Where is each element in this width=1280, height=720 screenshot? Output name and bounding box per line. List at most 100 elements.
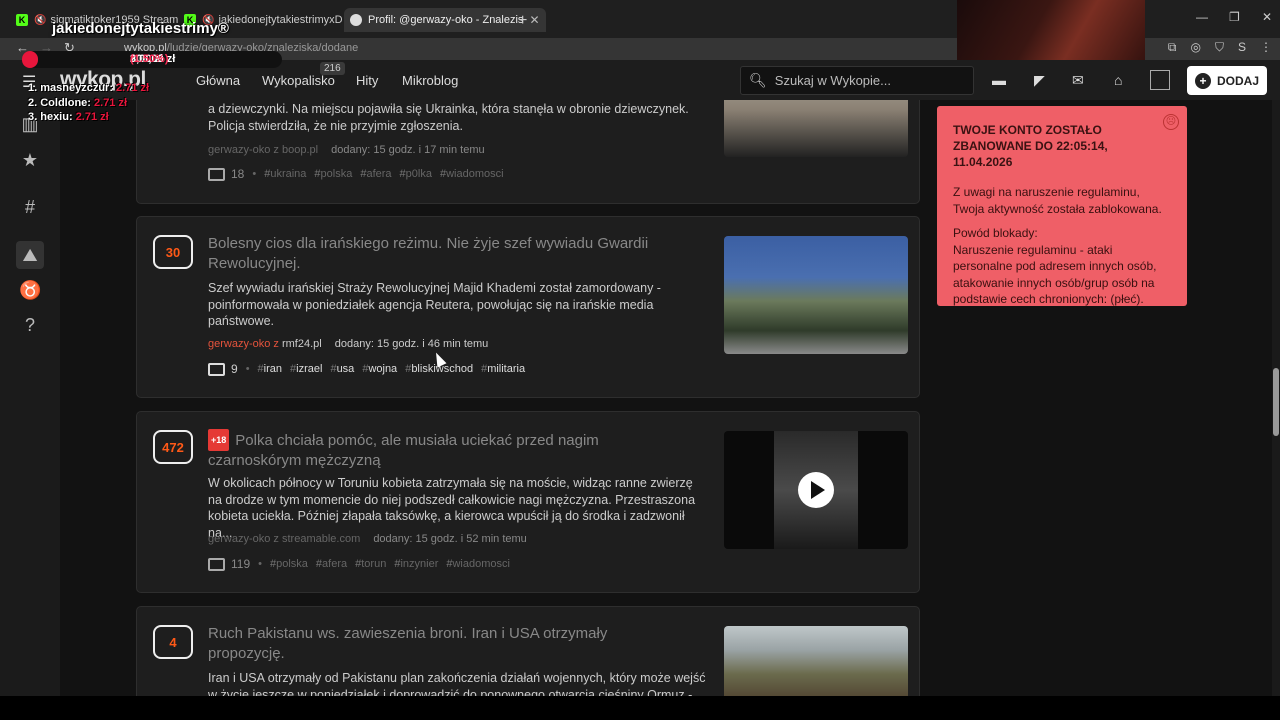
close-window-icon[interactable]: ✕ [1262, 10, 1272, 24]
post-author[interactable]: gerwazy-oko [208, 338, 270, 350]
avatar[interactable] [1150, 70, 1170, 90]
ban-title: TWOJE KONTO ZOSTAŁO ZBANOWANE DO 22:05:1… [953, 123, 1108, 169]
tag[interactable]: #wiadomosci [446, 558, 510, 570]
tag[interactable]: #usa [330, 363, 354, 375]
tag[interactable]: #afera [360, 168, 391, 180]
mute-icon[interactable]: ◤ [1034, 72, 1045, 89]
tag[interactable]: #inzynier [394, 558, 438, 570]
taskbar [0, 696, 1280, 720]
menu-dots-icon[interactable]: ⋮ [1260, 40, 1272, 55]
scrollbar-thumb[interactable] [1273, 368, 1279, 436]
star-icon[interactable]: ★ [19, 150, 41, 171]
post-source[interactable]: streamable.com [282, 533, 360, 545]
extension-icon[interactable]: S [1238, 40, 1246, 55]
ban-reason-text: Naruszenie regulaminu - ataki personalne… [953, 242, 1157, 307]
scrollbar[interactable] [1272, 100, 1280, 696]
tag[interactable]: #wiadomosci [440, 168, 504, 180]
donation-goal-fill [22, 51, 38, 68]
search-box[interactable]: 🔍︎ [740, 66, 974, 95]
wykopalisko-count-badge: 216 [320, 62, 345, 75]
post-thumbnail[interactable] [724, 431, 908, 549]
tab-title: Profil: @gerwazy-oko - Znalezis [368, 14, 524, 26]
notifications-icon[interactable]: ▬ [992, 72, 1006, 88]
add-button-label: DODAJ [1216, 73, 1259, 88]
post-thumbnail[interactable] [724, 236, 908, 354]
post-tags: 18 • #ukraina #polska #afera #p0lka #wia… [208, 167, 504, 181]
ban-reason: Powód blokady: Naruszenie regulaminu - a… [953, 225, 1171, 308]
extension-icon[interactable]: ⧉ [1168, 40, 1177, 55]
sad-face-icon: ☹ [1163, 114, 1179, 130]
tag[interactable]: #polska [270, 558, 308, 570]
podium-icon[interactable]: ⛰ [16, 241, 44, 269]
tag[interactable]: #wojna [362, 363, 397, 375]
separator-dot: • [245, 363, 250, 375]
tag[interactable]: #p0lka [400, 168, 432, 180]
left-sidebar: ▥ ★ # ⛰ ♉ ? [0, 100, 60, 720]
comments-link[interactable]: 18 [208, 167, 244, 181]
tag[interactable]: #iran [258, 363, 282, 375]
post-source[interactable]: boop.pl [282, 144, 318, 156]
separator-dot: • [252, 168, 257, 180]
medal-icon[interactable]: ♉ [19, 280, 41, 301]
hashtag-icon[interactable]: # [19, 197, 41, 218]
search-input[interactable] [774, 73, 965, 88]
post-meta: gerwazy-oko z streamable.com dodany: 15 … [208, 533, 527, 545]
post-description: a dziewczynki. Na miejscu pojawiła się U… [208, 102, 689, 133]
tag[interactable]: #afera [316, 558, 347, 570]
separator-dot: • [258, 558, 262, 570]
post-tags: 119 • #polska #afera #torun #inzynier #w… [208, 557, 510, 571]
post-date: dodany: 15 godz. i 17 min temu [331, 144, 485, 156]
post-thumbnail[interactable] [724, 100, 908, 157]
tag[interactable]: #polska [314, 168, 352, 180]
new-tab-button[interactable]: + [518, 12, 527, 30]
post-meta: gerwazy-oko z rmf24.pl dodany: 15 godz. … [208, 338, 488, 350]
post-title[interactable]: Bolesny cios dla irańskiego reżimu. Nie … [208, 234, 688, 274]
source-prefix: z [273, 338, 279, 350]
ban-reason-label: Powód blokady: [953, 226, 1038, 240]
comments-link[interactable]: 9 [208, 362, 238, 376]
add-button[interactable]: + DODAJ [1187, 66, 1267, 95]
tag[interactable]: #torun [355, 558, 386, 570]
post-source[interactable]: rmf24.pl [282, 338, 322, 350]
nav-hity[interactable]: Hity [356, 73, 378, 88]
extension-icons: ⧉ ◎ ⛉ S ⋮ [1168, 40, 1272, 55]
post-tags: 9 • #iran #izrael #usa #wojna #bliskiwsc… [208, 362, 525, 376]
shield-icon[interactable]: ⛉ [1215, 40, 1224, 55]
nav-wykopalisko[interactable]: Wykopalisko [262, 73, 335, 88]
post-card: a dziewczynki. Na miejscu pojawiła się U… [136, 100, 920, 204]
tab-title: jakiedonejtytakiestrimyxD S [218, 14, 353, 26]
tag[interactable]: #ukraina [264, 168, 306, 180]
vote-counter[interactable]: 472 [153, 430, 193, 464]
tag[interactable]: #izrael [290, 363, 322, 375]
comment-count: 18 [231, 167, 245, 181]
post-thumbnail[interactable] [724, 626, 908, 696]
vote-counter[interactable]: 4 [153, 625, 193, 659]
kick-icon: K [16, 14, 28, 26]
nav-mikroblog[interactable]: Mikroblog [402, 73, 458, 88]
comments-link[interactable]: 119 [208, 557, 250, 571]
donor-rank-1: 1. masneyzczur: 2.71 zł [28, 82, 150, 94]
extension-icon[interactable]: ◎ [1190, 40, 1200, 55]
post-title[interactable]: +18 Polka chciała pomóc, ale musiała ucie… [208, 429, 688, 471]
messages-icon[interactable]: ✉ [1072, 72, 1084, 89]
minimize-icon[interactable]: — [1196, 10, 1208, 24]
post-date: dodany: 15 godz. i 46 min temu [334, 338, 489, 350]
help-icon[interactable]: ? [19, 315, 41, 336]
tab-wykop[interactable]: Profil: @gerwazy-oko - Znalezis ✕ [344, 8, 546, 32]
maximize-icon[interactable]: ❐ [1229, 10, 1240, 24]
comment-count: 9 [231, 362, 238, 376]
comment-icon [208, 557, 225, 571]
plus-icon: + [1194, 72, 1211, 89]
post-author[interactable]: gerwazy-oko [208, 533, 270, 545]
play-icon[interactable] [798, 472, 834, 508]
post-card: 472 +18 Polka chciała pomóc, ale musiała … [136, 411, 920, 593]
tag[interactable]: #militaria [481, 363, 525, 375]
vote-counter[interactable]: 30 [153, 235, 193, 269]
nav-glowna[interactable]: Główna [196, 73, 240, 88]
comment-icon [208, 167, 225, 181]
ban-notice: ☹ TWOJE KONTO ZOSTAŁO ZBANOWANE DO 22:05… [937, 106, 1187, 306]
post-author[interactable]: gerwazy-oko [208, 144, 270, 156]
close-icon[interactable]: ✕ [529, 13, 539, 27]
gift-icon[interactable]: ⌂ [1114, 72, 1122, 88]
post-title[interactable]: Ruch Pakistanu ws. zawieszenia broni. Ir… [208, 624, 688, 664]
